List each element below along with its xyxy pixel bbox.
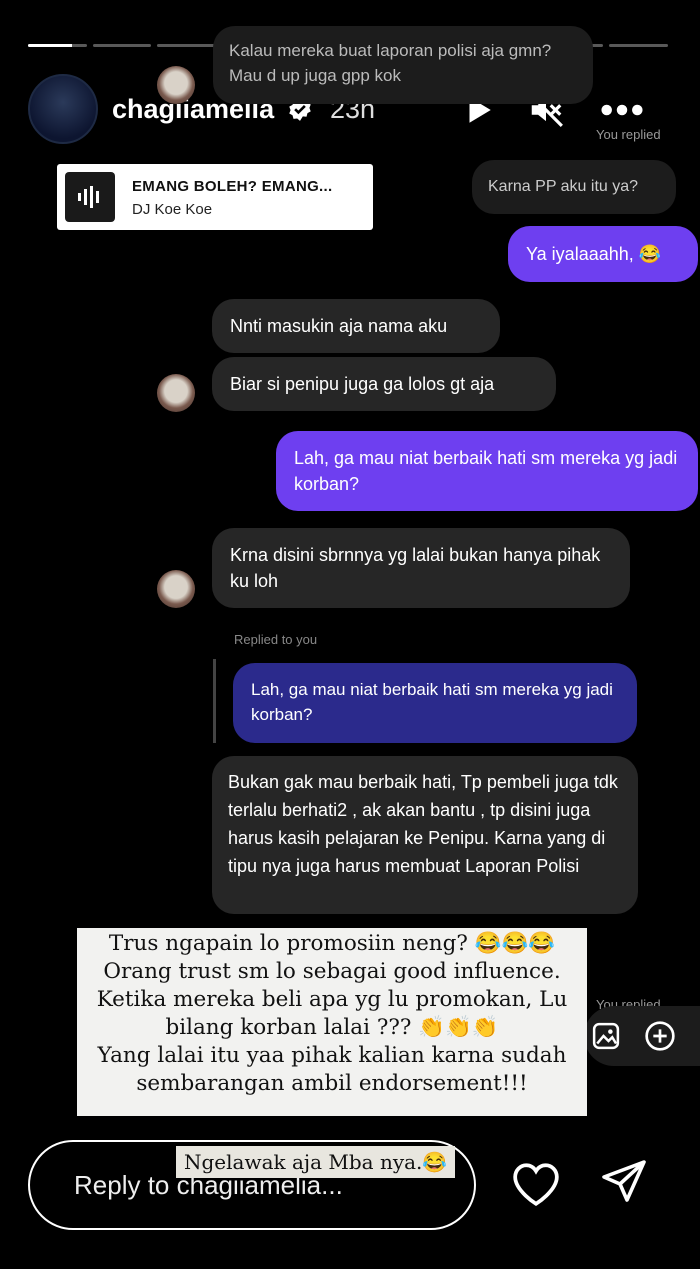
reply-line: [213, 659, 216, 743]
send-icon: [602, 1160, 646, 1202]
text-sticker-small: Ngelawak aja Mba nya.😂: [176, 1146, 456, 1178]
chat-avatar: [157, 374, 195, 412]
progress-segment: [92, 44, 152, 47]
you-replied-label: You replied: [596, 127, 661, 142]
progress-segment: [157, 44, 216, 47]
progress-segment: [609, 44, 668, 47]
text-sticker: Trus ngapain lo promosiin neng? 😂😂😂 Oran…: [77, 928, 587, 1116]
add-button[interactable]: [634, 1010, 686, 1062]
like-button[interactable]: [510, 1158, 562, 1210]
more-button[interactable]: [600, 88, 644, 132]
music-sticker[interactable]: EMANG BOLEH? EMANG... DJ Koe Koe: [57, 164, 373, 230]
sticker-line: Ketika mereka beli apa yg lu promokan, L…: [96, 987, 568, 1012]
message-received: Nnti masukin aja nama aku: [212, 299, 500, 353]
message-received: Biar si penipu juga ga lolos gt aja: [212, 357, 556, 411]
gallery-icon: [592, 1022, 620, 1050]
story-avatar[interactable]: [28, 74, 98, 144]
message-sent: Lah, ga mau niat berbaik hati sm mereka …: [276, 431, 698, 511]
message-received: Krna disini sbrnnya yg lalai bukan hanya…: [212, 528, 630, 608]
sticker-line: Orang trust sm lo sebagai good influence…: [103, 959, 561, 984]
progress-segment: [28, 44, 87, 47]
more-icon: [601, 104, 643, 116]
sticker-line: Trus ngapain lo promosiin neng? 😂😂😂: [108, 931, 556, 956]
replied-to-you-label: Replied to you: [234, 632, 318, 647]
message-received: Kalau mereka buat laporan polisi aja gmn…: [213, 26, 593, 104]
progress-fill: [28, 44, 72, 47]
plus-icon: [645, 1021, 675, 1051]
quoted-message: Lah, ga mau niat berbaik hati sm mereka …: [233, 663, 637, 743]
sticker-line: sembarangan ambil endorsement!!!: [136, 1071, 528, 1096]
message-sent: Ya iyalaaahh, 😂: [508, 226, 698, 282]
song-title: EMANG BOLEH? EMANG...: [132, 178, 333, 195]
chat-avatar: [157, 570, 195, 608]
sticker-line: bilang korban lalai ??? 👏👏👏: [165, 1015, 499, 1040]
album-cover: [65, 172, 115, 222]
replied-message: Karna PP aku itu ya?: [472, 160, 676, 214]
song-artist: DJ Koe Koe: [132, 201, 213, 218]
chat-avatar: [157, 66, 195, 104]
audio-wave-icon: [78, 186, 99, 208]
gallery-button[interactable]: [580, 1010, 632, 1062]
heart-icon: [513, 1163, 559, 1206]
sticker-line: Yang lalai itu yaa pihak kalian karna su…: [97, 1043, 567, 1068]
message-received: Bukan gak mau berbaik hati, Tp pembeli j…: [212, 756, 638, 914]
send-button[interactable]: [598, 1156, 650, 1208]
